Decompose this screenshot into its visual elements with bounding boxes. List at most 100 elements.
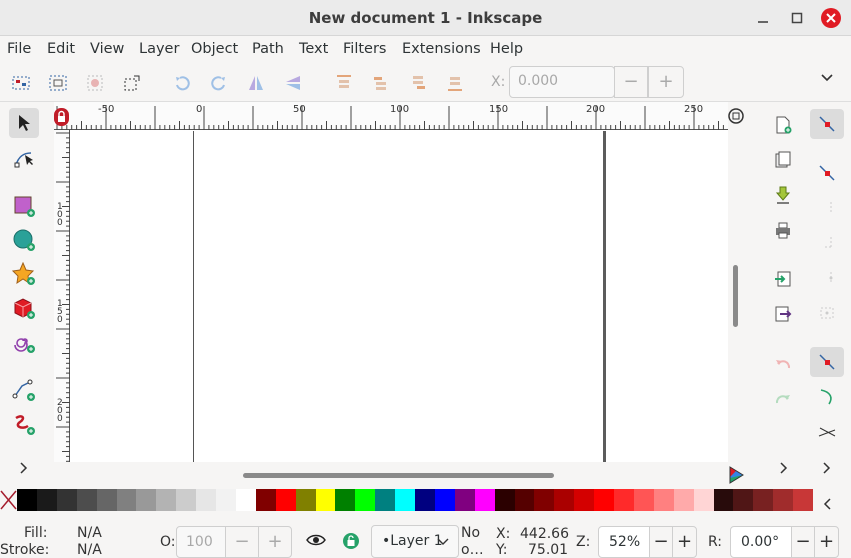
color-swatch[interactable]: [633, 489, 655, 511]
color-swatch[interactable]: [434, 489, 456, 511]
menu-edit[interactable]: Edit: [47, 41, 75, 57]
color-swatch[interactable]: [56, 489, 78, 511]
color-swatch[interactable]: [733, 489, 754, 511]
color-swatch[interactable]: [36, 489, 58, 511]
color-swatch[interactable]: [196, 489, 217, 511]
color-swatch[interactable]: [216, 489, 237, 511]
menu-path[interactable]: Path: [252, 41, 284, 57]
canvas[interactable]: [54, 102, 728, 462]
x-coord-increment[interactable]: +: [648, 66, 684, 98]
undo-button[interactable]: [768, 349, 798, 379]
snap-path-button[interactable]: [812, 382, 842, 412]
color-swatch[interactable]: [713, 489, 734, 511]
color-swatch[interactable]: [136, 489, 157, 511]
rotate-ccw-button[interactable]: [171, 72, 193, 94]
tool-ellipse[interactable]: [9, 225, 39, 255]
tool-node[interactable]: [9, 143, 39, 173]
zoom-decrement[interactable]: −: [649, 526, 673, 558]
color-swatch[interactable]: [315, 489, 336, 511]
fill-value[interactable]: N/A: [77, 525, 102, 541]
lower-to-bottom-button[interactable]: [444, 72, 466, 94]
zoom-input[interactable]: 52%: [598, 526, 650, 558]
flip-horizontal-button[interactable]: [245, 72, 267, 94]
print-button[interactable]: [768, 215, 798, 245]
layer-lock-toggle[interactable]: [342, 532, 360, 554]
x-coord-input[interactable]: 0.000: [509, 66, 615, 98]
redo-button[interactable]: [768, 384, 798, 414]
color-manage-toggle[interactable]: [727, 465, 745, 485]
menu-extensions[interactable]: Extensions: [402, 41, 481, 57]
horizontal-scrollbar[interactable]: [243, 473, 554, 478]
new-document-button[interactable]: [768, 110, 798, 140]
flip-vertical-button[interactable]: [282, 72, 304, 94]
snap-bbox-midpoint-button[interactable]: [812, 263, 842, 293]
menu-text[interactable]: Text: [299, 41, 328, 57]
vertical-scrollbar[interactable]: [733, 265, 738, 327]
select-all-layers-button[interactable]: [47, 72, 69, 94]
rotation-increment[interactable]: +: [814, 526, 839, 558]
color-swatch[interactable]: [235, 489, 257, 511]
color-swatch[interactable]: [176, 489, 197, 511]
layer-dropdown[interactable]: •Layer 1: [371, 525, 459, 558]
rotation-decrement[interactable]: −: [791, 526, 815, 558]
color-swatch[interactable]: [793, 489, 814, 511]
color-swatch[interactable]: [614, 489, 635, 511]
menu-help[interactable]: Help: [490, 41, 523, 57]
color-swatch[interactable]: [96, 489, 117, 511]
color-swatch[interactable]: [76, 489, 98, 511]
tool-bezier[interactable]: [9, 375, 39, 405]
color-swatch[interactable]: [116, 489, 137, 511]
tool-3d-box[interactable]: [9, 293, 39, 323]
color-swatch[interactable]: [574, 489, 595, 511]
tool-rectangle[interactable]: [9, 191, 39, 221]
menu-view[interactable]: View: [90, 41, 124, 57]
color-swatch[interactable]: [454, 489, 476, 511]
snap-intersection-button[interactable]: [812, 417, 842, 447]
opacity-decrement[interactable]: −: [225, 526, 259, 558]
lower-button[interactable]: [407, 72, 429, 94]
open-document-button[interactable]: [768, 145, 798, 175]
tool-star[interactable]: [9, 259, 39, 289]
color-swatch[interactable]: [255, 489, 277, 511]
color-swatch[interactable]: [375, 489, 396, 511]
color-swatch[interactable]: [594, 489, 615, 511]
opacity-input[interactable]: 100: [176, 526, 226, 558]
tool-selector[interactable]: [9, 108, 39, 138]
color-swatch[interactable]: [673, 489, 695, 511]
select-all-button[interactable]: [10, 72, 32, 94]
tool-calligraphy[interactable]: [9, 409, 39, 439]
tool-spiral[interactable]: [9, 327, 39, 357]
maximize-button[interactable]: [787, 8, 807, 28]
snap-bbox-corner-button[interactable]: [812, 228, 842, 258]
zoom-increment[interactable]: +: [672, 526, 697, 558]
opacity-increment[interactable]: +: [258, 526, 292, 558]
color-swatch[interactable]: [514, 489, 535, 511]
color-swatch[interactable]: [395, 489, 416, 511]
snap-expand-button[interactable]: [821, 460, 833, 480]
color-swatch[interactable]: [335, 489, 356, 511]
color-swatch[interactable]: [773, 489, 794, 511]
touch-select-button[interactable]: [121, 72, 143, 94]
snap-bbox-button[interactable]: [812, 158, 842, 188]
import-button[interactable]: [768, 264, 798, 294]
layer-visibility-toggle[interactable]: [306, 532, 326, 552]
menu-file[interactable]: File: [7, 41, 31, 57]
menu-object[interactable]: Object: [191, 41, 238, 57]
snap-bbox-center-button[interactable]: [812, 297, 842, 327]
rotation-input[interactable]: 0.00°: [730, 526, 792, 558]
color-swatch[interactable]: [693, 489, 714, 511]
color-swatch[interactable]: [156, 489, 177, 511]
color-swatch[interactable]: [653, 489, 675, 511]
color-swatch[interactable]: [753, 489, 774, 511]
color-swatch[interactable]: [17, 489, 38, 511]
color-swatch[interactable]: [534, 489, 555, 511]
snap-toggle-button[interactable]: [810, 109, 844, 139]
zoom-fit-button[interactable]: [727, 107, 745, 125]
color-swatch[interactable]: [554, 489, 575, 511]
minimize-button[interactable]: [753, 8, 773, 28]
toolbox-expand-button[interactable]: [18, 460, 30, 480]
palette-scroll-left[interactable]: [822, 497, 834, 515]
menu-layer[interactable]: Layer: [139, 41, 179, 57]
rotate-cw-button[interactable]: [208, 72, 230, 94]
no-paint-swatch[interactable]: [0, 489, 17, 511]
